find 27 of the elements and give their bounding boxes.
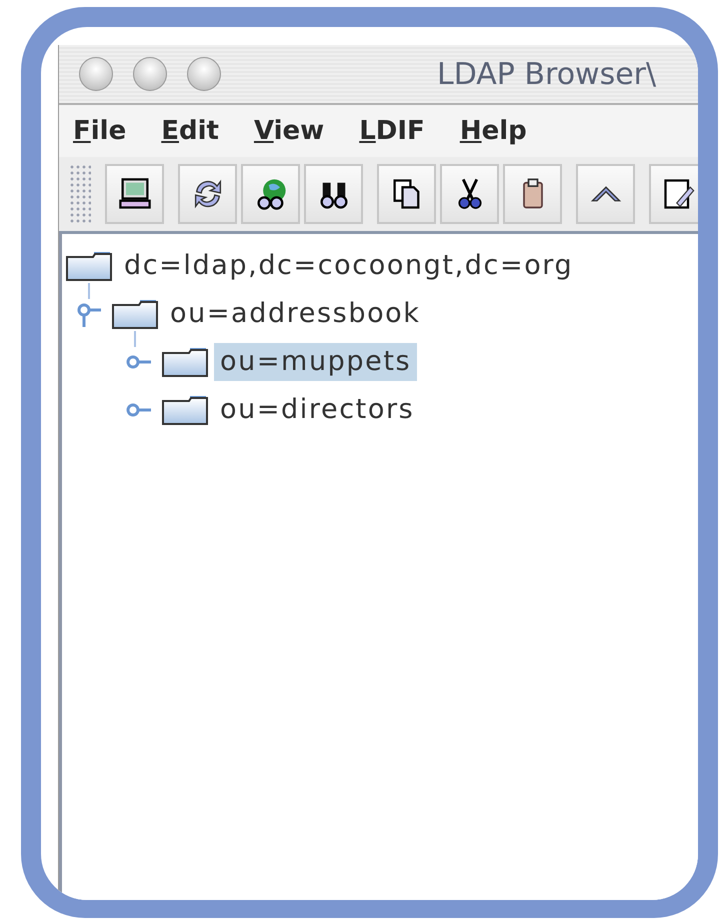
menu-item[interactable]: File bbox=[73, 116, 144, 146]
tree-item[interactable]: dc=ldap,dc=cocoongt,dc=org bbox=[118, 247, 580, 285]
menu-item[interactable]: Edit bbox=[161, 116, 237, 146]
toolbar-button[interactable] bbox=[503, 164, 562, 224]
folder-icon bbox=[162, 395, 208, 425]
tree-item[interactable]: ou=directors bbox=[214, 391, 420, 429]
close-button[interactable] bbox=[79, 57, 113, 91]
folder-icon bbox=[162, 347, 208, 377]
tree-item[interactable]: ou=muppets bbox=[214, 343, 418, 381]
toolbar-button[interactable] bbox=[377, 164, 436, 224]
toolbar-button[interactable] bbox=[241, 164, 300, 224]
menu-item[interactable]: Help bbox=[460, 116, 545, 146]
folder-icon bbox=[112, 299, 158, 329]
minimize-button[interactable] bbox=[133, 57, 167, 91]
tree-item[interactable]: ou=addressbook bbox=[164, 295, 427, 333]
menu-item[interactable]: LDIF bbox=[359, 116, 443, 146]
toolbar-button[interactable] bbox=[105, 164, 164, 224]
menu-item[interactable]: View bbox=[254, 116, 342, 146]
toolbar-grip[interactable] bbox=[69, 164, 91, 224]
toolbar-button[interactable] bbox=[440, 164, 499, 224]
folder-icon bbox=[66, 251, 112, 281]
toolbar-button[interactable] bbox=[649, 164, 698, 224]
toolbar-button[interactable] bbox=[178, 164, 237, 224]
window-title: LDAP Browser\ bbox=[437, 56, 656, 92]
toolbar-button[interactable] bbox=[576, 164, 635, 224]
zoom-button[interactable] bbox=[187, 57, 221, 91]
toolbar-button[interactable] bbox=[304, 164, 363, 224]
